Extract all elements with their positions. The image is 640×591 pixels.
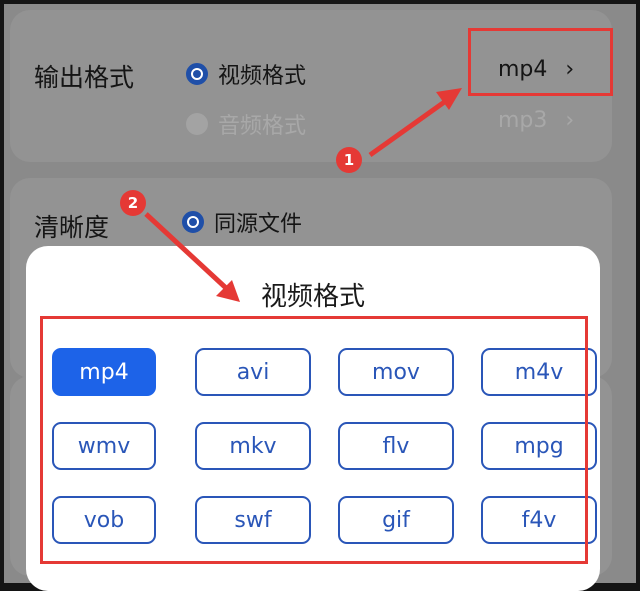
- arrow-1-line: [368, 95, 452, 158]
- annotation-marker-1: 1: [336, 147, 362, 173]
- arrow-2-line: [144, 212, 228, 290]
- annotation-marker-2: 2: [120, 190, 146, 216]
- annotation-arrows: [144, 88, 462, 302]
